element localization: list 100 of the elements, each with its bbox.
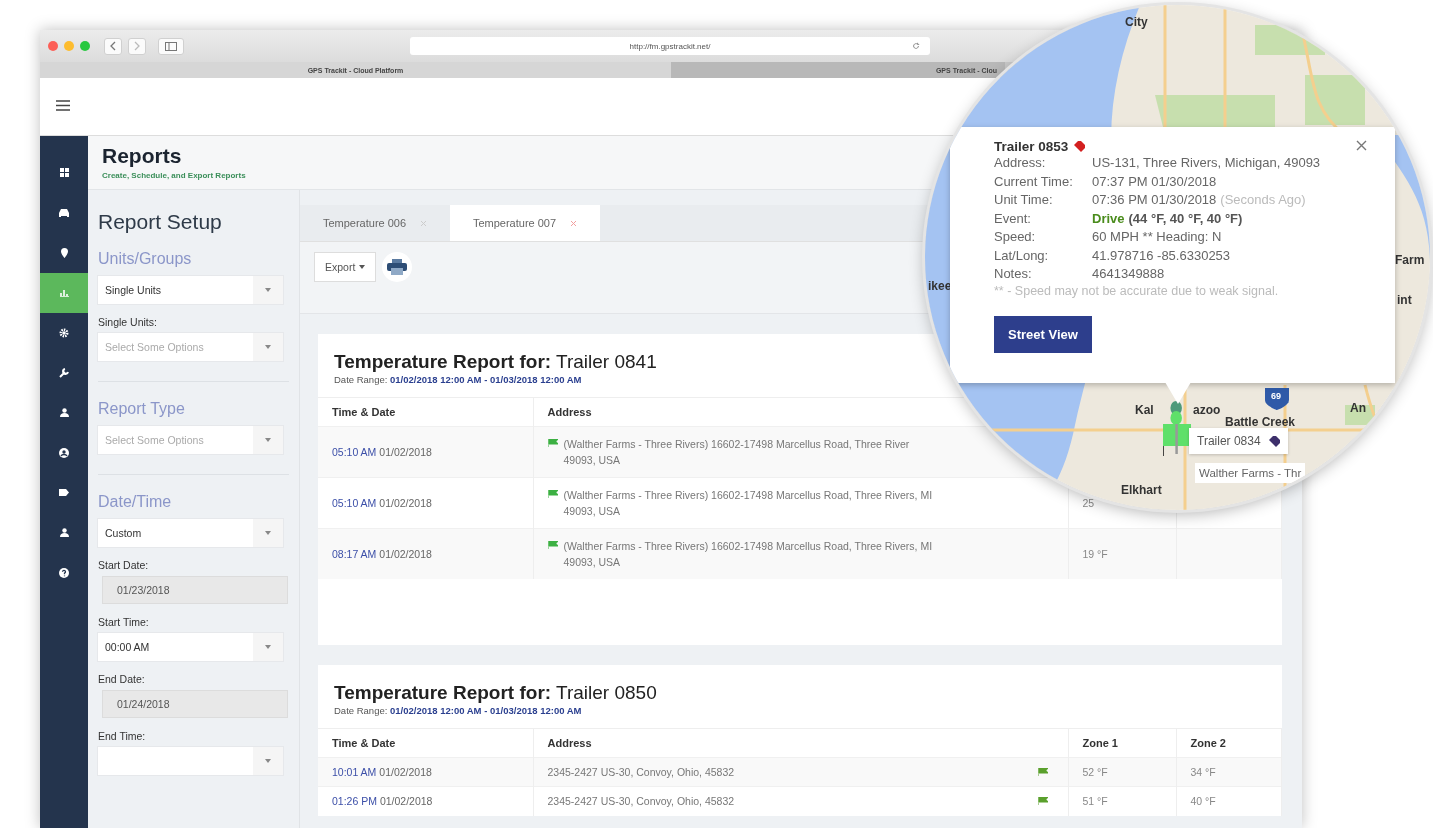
date-range: Date Range: 01/02/2018 12:00 AM - 01/03/2018 12:00 AM [334,374,583,385]
menu-icon [56,100,70,111]
address-bar[interactable]: http://fm.gpstrackit.net/ [410,37,930,55]
chevron-right-icon [133,41,141,51]
info-detail: (44 °F, 40 °F, 40 °F) [1128,209,1243,228]
date-field[interactable]: 01/23/2018 [102,576,288,604]
section-heading: Units/Groups [98,250,193,268]
dropdown[interactable]: Single Units [98,276,283,304]
time-link[interactable]: 05:10 AM [332,446,377,458]
caret-icon [265,759,271,763]
caret-icon [265,645,271,649]
report-title: Temperature Report for: Trailer 0850 [334,682,658,704]
info-value: US-131, Three Rivers, Michigan, 49093 [1092,154,1321,172]
close-button[interactable] [48,41,58,51]
page-title: Reports [102,144,182,168]
info-label: Current Time: [994,172,1074,191]
address-text: (Walther Farms - Three Rivers) 16602-17498 Marcellus Road, Three Rivers, MI 49093, USA [563,538,933,570]
report-tab[interactable]: Temperature 007 [450,205,600,241]
car-icon [59,208,69,217]
field-label: End Date: [98,673,146,685]
info-label: Lat/Long: [994,246,1050,265]
caret-icon [359,265,366,269]
panel-title: Report Setup [98,210,223,234]
back-button[interactable] [104,37,122,55]
page-subtitle: Create, Schedule, and Export Reports [102,171,246,180]
info-value: 60 MPH ** Heading: N [1092,228,1222,246]
column-header: Zone 2 [1190,737,1226,749]
section-heading: Date/Time [98,474,289,511]
temperature-value: 19 °F [1082,548,1108,560]
tag-icon [1268,435,1280,447]
map-label: int [1397,293,1412,307]
info-value: 07:37 PM 01/30/2018 [1092,172,1217,191]
report-title: Temperature Report for: Trailer 0841 [334,351,658,373]
place-label: Walther Farms - Thr [1195,463,1306,483]
popup-title: Trailer 0853 [994,139,1069,154]
address-text: (Walther Farms - Three Rivers) 16602-17498 Marcellus Road, Three Rivers, MI 49093, USA [563,487,933,519]
caret-icon [265,438,271,442]
dropdown[interactable]: Custom [98,519,283,547]
sidebar-toggle-button[interactable] [158,37,184,55]
caret-icon [265,531,271,535]
settings-icon [59,327,69,338]
date-range: Date Range: 01/02/2018 12:00 AM - 01/03/2018 12:00 AM [334,705,583,716]
person-icon [59,408,69,418]
field-label: Single Units: [98,316,158,328]
temperature-value: 51 °F [1082,795,1108,808]
highway-number: 69 [1271,391,1281,401]
date-field[interactable]: 01/24/2018 [102,690,288,718]
help-icon [59,567,69,578]
tag-icon [59,489,69,497]
info-label: Notes: [994,265,1033,283]
column-header: Time & Date [332,737,396,749]
caret-icon [265,288,271,292]
info-label: Event: [994,209,1032,228]
info-detail: (Seconds Ago) [1220,191,1306,209]
temperature-value: 25 [1082,497,1095,509]
close-icon [1356,140,1367,151]
time-link[interactable]: 10:01 AM [332,766,377,779]
info-value: 07:36 PM 01/30/2018 [1092,191,1217,209]
street-view-button[interactable]: Street View [994,315,1092,353]
print-button[interactable] [382,252,413,282]
map-label: Battle Creek [1225,415,1296,429]
tag-icon [1074,141,1086,152]
date-text: 01/02/2018 [379,548,432,560]
export-button[interactable]: Export [314,252,377,282]
dashboard-icon [59,168,69,178]
highway-shield-icon [1265,388,1289,410]
info-value: 4641349888 [1092,265,1165,283]
date-text: 01/02/2018 [379,795,433,808]
info-note: ** - Speed may not be accurate due to weak signal. [994,283,1280,298]
sidebar-icon [165,41,177,51]
dropdown[interactable]: 00:00 AM [98,633,283,661]
time-link[interactable]: 05:10 AM [332,497,377,509]
info-value: Drive [1092,209,1125,228]
column-header: Zone 1 [1082,737,1118,749]
printer-icon [387,259,408,275]
map-label: City [1125,15,1148,29]
time-link[interactable]: 08:17 AM [332,548,377,560]
reload-icon[interactable] [912,42,920,50]
address-text: 2345-2427 US-30, Convoy, Ohio, 45832 [547,765,735,780]
map-pin-icon [60,247,68,258]
temperature-value: 34 °F [1190,766,1216,779]
date-text: 01/02/2018 [379,766,432,779]
report-tab[interactable]: Temperature 006 [300,205,450,241]
marker-label[interactable]: Trailer 0834 [1189,428,1288,454]
map-marker-icon[interactable] [1163,400,1191,456]
info-label: Speed: [994,228,1037,246]
map-label: Farm [1395,253,1425,267]
section-heading: Report Type [98,381,289,418]
field-label: Start Time: [98,616,150,628]
column-header: Time & Date [332,406,396,418]
temperature-value: 52 °F [1082,766,1108,779]
column-header: Address [547,737,592,749]
info-label: Address: [994,154,1047,172]
map-label: Elkhart [1121,483,1162,497]
time-link[interactable]: 01:26 PM [332,795,377,808]
user-circle-icon [59,447,69,458]
address-text: 2345-2427 US-30, Convoy, Ohio, 45832 [547,794,735,810]
info-value: 41.978716 -85.6330253 [1092,246,1231,265]
info-label: Unit Time: [994,191,1054,209]
temperature-value: 40 °F [1190,795,1216,808]
